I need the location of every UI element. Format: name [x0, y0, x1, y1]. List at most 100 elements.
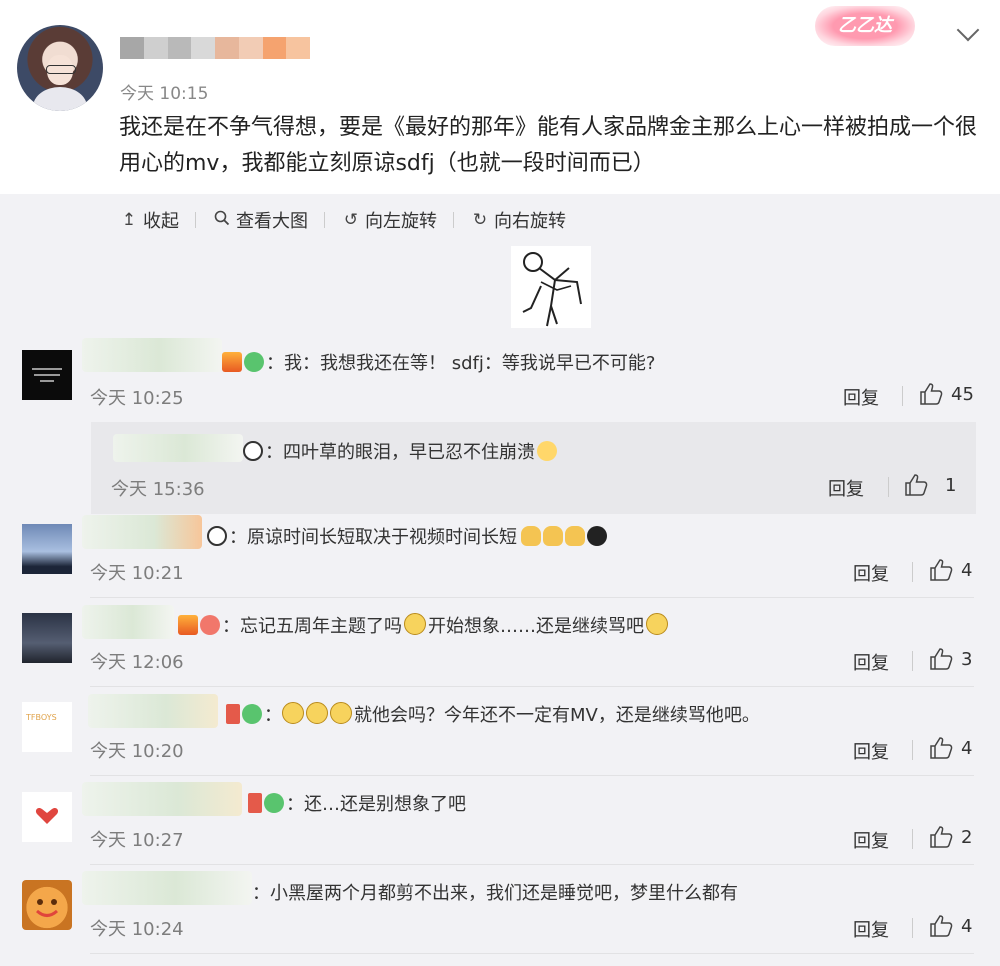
reply-button[interactable]: 回复	[853, 649, 889, 675]
fan-badge-icon	[200, 615, 220, 635]
reply-button[interactable]: 回复	[853, 916, 889, 942]
panda-icon	[243, 441, 263, 461]
reply-button[interactable]: 回复	[828, 475, 864, 501]
commenter-avatar[interactable]: TFBOYS	[22, 702, 72, 752]
arrow-up-icon: ↥	[121, 210, 137, 230]
commenter-name-blurred[interactable]	[82, 338, 222, 372]
commenter-name-blurred[interactable]	[88, 694, 218, 728]
rotate-left-button[interactable]: ↺ 向左旋转	[341, 207, 437, 233]
crying-emoji-icon	[537, 441, 557, 461]
like-count: 4	[961, 560, 973, 581]
like-thumb-icon[interactable]	[928, 557, 954, 583]
ok-hand-emoji-icon	[543, 526, 563, 546]
view-large-button[interactable]: 查看大图	[212, 207, 308, 233]
action-divider	[902, 386, 903, 406]
replier-name-blurred[interactable]	[113, 434, 243, 462]
commenter-avatar[interactable]	[22, 350, 72, 400]
action-divider	[912, 562, 913, 582]
member-heart-icon	[242, 704, 262, 724]
like-count: 3	[961, 649, 973, 670]
action-divider	[912, 651, 913, 671]
collapse-button[interactable]: ↥ 收起	[119, 207, 179, 233]
toolbar-divider	[453, 212, 454, 228]
smile-emoji-icon	[646, 613, 668, 635]
commenter-name-blurred[interactable]	[82, 515, 202, 549]
commenter-avatar[interactable]	[22, 880, 72, 930]
hourglass-badge-icon	[226, 704, 240, 724]
comment-divider	[90, 686, 974, 687]
commenter-name-blurred[interactable]	[82, 871, 252, 905]
action-divider	[912, 829, 913, 849]
like-thumb-icon[interactable]	[918, 381, 944, 407]
action-divider	[912, 740, 913, 760]
toolbar-divider	[195, 212, 196, 228]
brand-decoration: 乙乙达	[815, 6, 915, 46]
vip-badge-icon	[178, 615, 198, 635]
image-toolbar: ↥ 收起 查看大图 ↺ 向左旋转 ↻ 向右旋转	[119, 207, 566, 233]
like-count: 4	[961, 738, 973, 759]
rotate-right-button[interactable]: ↻ 向右旋转	[470, 207, 566, 233]
ok-hand-emoji-icon	[521, 526, 541, 546]
svg-text:TFBOYS: TFBOYS	[25, 713, 57, 722]
post-text: 我还是在不争气得想，要是《最好的那年》能有人家品牌金主那么上心一样被拍成一个很用…	[119, 115, 978, 176]
comment-divider	[90, 953, 974, 954]
commenter-avatar[interactable]	[22, 613, 72, 663]
sub-reply-text: ：四叶草的眼泪，早已忍不住崩溃	[243, 438, 559, 464]
like-thumb-icon[interactable]	[903, 472, 929, 498]
like-thumb-icon[interactable]	[928, 646, 954, 672]
like-thumb-icon[interactable]	[928, 735, 954, 761]
comment-time: 今天 12:06	[90, 652, 184, 673]
comment-text: ：就他会吗？今年还不一定有MV，还是继续骂他吧。	[226, 701, 760, 727]
smile-emoji-icon	[404, 613, 426, 635]
comment-divider	[90, 775, 974, 776]
smile-emoji-icon	[330, 702, 352, 724]
commenter-avatar[interactable]	[22, 524, 72, 574]
toolbar-divider	[324, 212, 325, 228]
commenter-name-blurred[interactable]	[82, 782, 242, 816]
comment-text: ：原谅时间长短取决于视频时间长短	[207, 523, 609, 549]
comment-time: 今天 10:25	[90, 388, 184, 409]
search-icon	[212, 210, 232, 231]
comment-text: ：忘记五周年主题了吗 开始想象……还是继续骂吧	[178, 612, 670, 638]
like-count: 2	[961, 827, 973, 848]
action-divider	[888, 477, 889, 497]
poster-name-blurred[interactable]	[120, 37, 310, 59]
hourglass-badge-icon	[248, 793, 262, 813]
rotate-right-icon: ↻	[472, 210, 488, 230]
member-heart-icon	[264, 793, 284, 813]
sub-reply-time: 今天 15:36	[111, 479, 205, 500]
reply-button[interactable]: 回复	[853, 738, 889, 764]
reply-button[interactable]: 回复	[853, 560, 889, 586]
panda-icon	[207, 526, 227, 546]
ok-hand-emoji-icon	[565, 526, 585, 546]
comment-time: 今天 10:20	[90, 741, 184, 762]
comment-time: 今天 10:24	[90, 919, 184, 940]
comment-divider	[90, 864, 974, 865]
comment-time: 今天 10:21	[90, 563, 184, 584]
comment-divider	[90, 597, 974, 598]
post-image[interactable]	[511, 246, 591, 328]
like-count: 1	[945, 475, 957, 496]
like-thumb-icon[interactable]	[928, 824, 954, 850]
smile-emoji-icon	[282, 702, 304, 724]
comment-time: 今天 10:27	[90, 830, 184, 851]
post-time: 今天 10:15	[120, 84, 209, 104]
comment-text: ：我：我想我还在等！ sdfj：等我说早已不可能?	[222, 349, 655, 375]
comment-text: ：小黑屋两个月都剪不出来，我们还是睡觉吧，梦里什么都有	[252, 883, 738, 904]
rotate-left-icon: ↺	[343, 210, 359, 230]
reply-button[interactable]: 回复	[853, 827, 889, 853]
comment-text: ：还…还是别想象了吧	[248, 790, 466, 816]
smile-emoji-icon	[306, 702, 328, 724]
chevron-down-icon[interactable]	[956, 18, 980, 42]
like-thumb-icon[interactable]	[928, 913, 954, 939]
commenter-name-blurred[interactable]	[82, 605, 174, 639]
reply-button[interactable]: 回复	[843, 384, 879, 410]
mickey-emoji-icon	[587, 526, 607, 546]
like-count: 4	[961, 916, 973, 937]
vip-badge-icon	[222, 352, 242, 372]
like-count: 45	[951, 384, 974, 405]
poster-avatar[interactable]	[17, 25, 103, 111]
commenter-avatar[interactable]	[22, 792, 72, 842]
action-divider	[912, 918, 913, 938]
member-heart-icon	[244, 352, 264, 372]
